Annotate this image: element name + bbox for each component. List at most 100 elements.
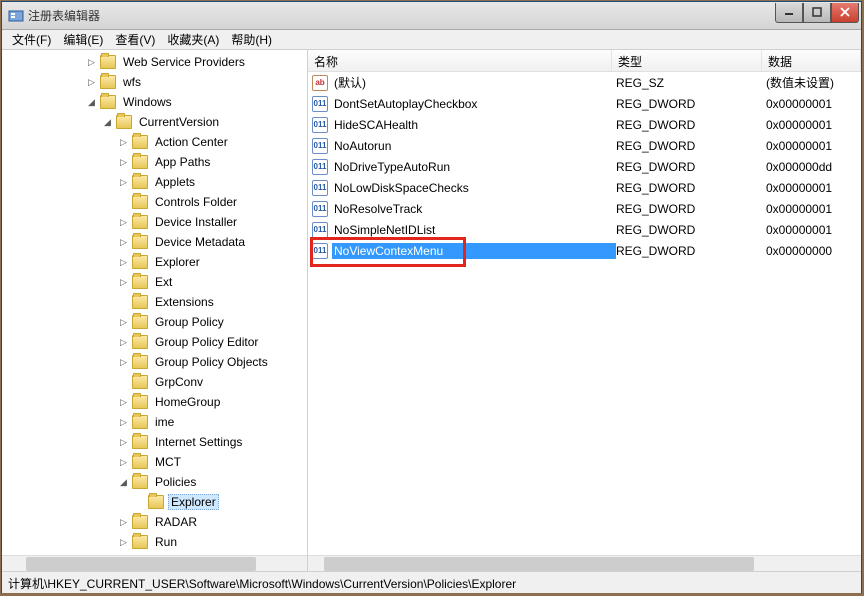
- value-row[interactable]: 011NoSimpleNetIDListREG_DWORD0x00000001: [308, 219, 861, 240]
- tree-item[interactable]: ▷ Device Metadata: [2, 232, 307, 252]
- tree-expand-icon[interactable]: ▷: [118, 277, 129, 288]
- tree-expand-icon[interactable]: [134, 497, 145, 508]
- tree-expand-icon[interactable]: ▷: [86, 77, 97, 88]
- tree-expand-icon[interactable]: ▷: [118, 337, 129, 348]
- tree-item[interactable]: ◢CurrentVersion: [2, 112, 307, 132]
- registry-editor-window: 注册表编辑器 文件(F) 编辑(E) 查看(V) 收藏夹(A) 帮助(H) ▷W…: [1, 1, 862, 593]
- tree-label: GrpConv: [152, 374, 206, 390]
- tree-expand-icon[interactable]: ◢: [86, 97, 97, 108]
- folder-icon: [132, 375, 148, 389]
- value-row[interactable]: 011NoDriveTypeAutoRunREG_DWORD0x000000dd: [308, 156, 861, 177]
- tree-item[interactable]: ▷Action Center: [2, 132, 307, 152]
- tree-label: Explorer: [168, 494, 219, 510]
- binary-value-icon: 011: [312, 201, 328, 217]
- value-row[interactable]: 011NoAutorunREG_DWORD0x00000001: [308, 135, 861, 156]
- tree-item[interactable]: Explorer: [2, 492, 307, 512]
- tree-expand-icon[interactable]: ▷: [86, 57, 97, 68]
- value-row[interactable]: 011NoResolveTrackREG_DWORD0x00000001: [308, 198, 861, 219]
- tree-horizontal-scrollbar[interactable]: [2, 555, 307, 571]
- tree-item[interactable]: ◢ Policies: [2, 472, 307, 492]
- column-type[interactable]: 类型: [612, 50, 762, 71]
- folder-icon: [132, 255, 148, 269]
- tree-item[interactable]: ◢Windows: [2, 92, 307, 112]
- tree-item[interactable]: ▷Group Policy Editor: [2, 332, 307, 352]
- close-button[interactable]: [831, 3, 859, 23]
- tree-expand-icon[interactable]: ▷: [118, 157, 129, 168]
- tree-expand-icon[interactable]: ◢: [102, 117, 113, 128]
- tree-item[interactable]: ▷ RADAR: [2, 512, 307, 532]
- tree-label: wfs: [120, 74, 144, 90]
- tree-item[interactable]: ▷Explorer: [2, 252, 307, 272]
- value-name: (默认): [332, 73, 616, 92]
- menu-favorites[interactable]: 收藏夹(A): [161, 29, 225, 50]
- folder-icon: [132, 335, 148, 349]
- tree-expand-icon[interactable]: ▷: [118, 517, 129, 528]
- tree-item[interactable]: ▷Run: [2, 532, 307, 552]
- tree-item[interactable]: ▷Internet Settings: [2, 432, 307, 452]
- tree-item[interactable]: ▷Web Service Providers: [2, 52, 307, 72]
- tree-item[interactable]: Extensions: [2, 292, 307, 312]
- statusbar: 计算机\HKEY_CURRENT_USER\Software\Microsoft…: [2, 571, 861, 593]
- menu-help[interactable]: 帮助(H): [225, 29, 278, 50]
- value-row[interactable]: ab(默认)REG_SZ(数值未设置): [308, 72, 861, 93]
- tree-item[interactable]: ▷App Paths: [2, 152, 307, 172]
- tree-item[interactable]: GrpConv: [2, 372, 307, 392]
- tree-expand-icon[interactable]: ▷: [118, 437, 129, 448]
- value-row[interactable]: 011DontSetAutoplayCheckboxREG_DWORD0x000…: [308, 93, 861, 114]
- folder-icon: [132, 215, 148, 229]
- tree-expand-icon[interactable]: ▷: [118, 417, 129, 428]
- tree-label: RADAR: [152, 514, 200, 530]
- tree-expand-icon[interactable]: ▷: [118, 237, 129, 248]
- tree-item[interactable]: ▷Ext: [2, 272, 307, 292]
- menu-file[interactable]: 文件(F): [6, 29, 57, 50]
- list-horizontal-scrollbar[interactable]: [308, 555, 861, 571]
- tree-item[interactable]: ▷Device Installer: [2, 212, 307, 232]
- value-type: REG_DWORD: [616, 118, 766, 132]
- tree-item[interactable]: ▷Applets: [2, 172, 307, 192]
- key-tree[interactable]: ▷Web Service Providers▷wfs◢Windows◢Curre…: [2, 50, 307, 555]
- tree-expand-icon[interactable]: [118, 377, 129, 388]
- window-title: 注册表编辑器: [28, 7, 775, 24]
- tree-item[interactable]: ▷ime: [2, 412, 307, 432]
- value-name: NoSimpleNetIDList: [332, 222, 616, 238]
- titlebar[interactable]: 注册表编辑器: [2, 2, 861, 30]
- menu-view[interactable]: 查看(V): [109, 29, 161, 50]
- value-row[interactable]: 011NoViewContexMenuREG_DWORD0x00000000: [308, 240, 861, 261]
- value-name: NoResolveTrack: [332, 201, 616, 217]
- value-data: 0x00000001: [766, 97, 861, 111]
- value-type: REG_DWORD: [616, 181, 766, 195]
- tree-expand-icon[interactable]: ▷: [118, 177, 129, 188]
- folder-icon: [132, 235, 148, 249]
- tree-item[interactable]: ▷Group Policy: [2, 312, 307, 332]
- tree-item[interactable]: ▷MCT: [2, 452, 307, 472]
- column-data[interactable]: 数据: [762, 50, 861, 71]
- tree-expand-icon[interactable]: ▷: [118, 457, 129, 468]
- column-name[interactable]: 名称: [308, 50, 612, 71]
- value-row[interactable]: 011HideSCAHealthREG_DWORD0x00000001: [308, 114, 861, 135]
- value-type: REG_DWORD: [616, 202, 766, 216]
- value-data: 0x00000001: [766, 118, 861, 132]
- values-list[interactable]: ab(默认)REG_SZ(数值未设置)011DontSetAutoplayChe…: [308, 72, 861, 555]
- value-row[interactable]: 011NoLowDiskSpaceChecksREG_DWORD0x000000…: [308, 177, 861, 198]
- tree-item[interactable]: ▷Group Policy Objects: [2, 352, 307, 372]
- tree-item[interactable]: ▷ wfs: [2, 72, 307, 92]
- maximize-button[interactable]: [803, 3, 831, 23]
- minimize-button[interactable]: [775, 3, 803, 23]
- tree-expand-icon[interactable]: ▷: [118, 217, 129, 228]
- tree-expand-icon[interactable]: ▷: [118, 137, 129, 148]
- value-name: DontSetAutoplayCheckbox: [332, 96, 616, 112]
- tree-item[interactable]: Controls Folder: [2, 192, 307, 212]
- tree-expand-icon[interactable]: ▷: [118, 317, 129, 328]
- tree-expand-icon[interactable]: ▷: [118, 257, 129, 268]
- tree-expand-icon[interactable]: ▷: [118, 357, 129, 368]
- tree-expand-icon[interactable]: ▷: [118, 397, 129, 408]
- tree-label: Device Metadata: [152, 234, 248, 250]
- tree-expand-icon[interactable]: ▷: [118, 537, 129, 548]
- folder-icon: [132, 475, 148, 489]
- tree-expand-icon[interactable]: ◢: [118, 477, 129, 488]
- tree-label: Policies: [152, 474, 199, 490]
- menu-edit[interactable]: 编辑(E): [57, 29, 109, 50]
- tree-item[interactable]: ▷HomeGroup: [2, 392, 307, 412]
- tree-expand-icon[interactable]: [118, 197, 129, 208]
- tree-expand-icon[interactable]: [118, 297, 129, 308]
